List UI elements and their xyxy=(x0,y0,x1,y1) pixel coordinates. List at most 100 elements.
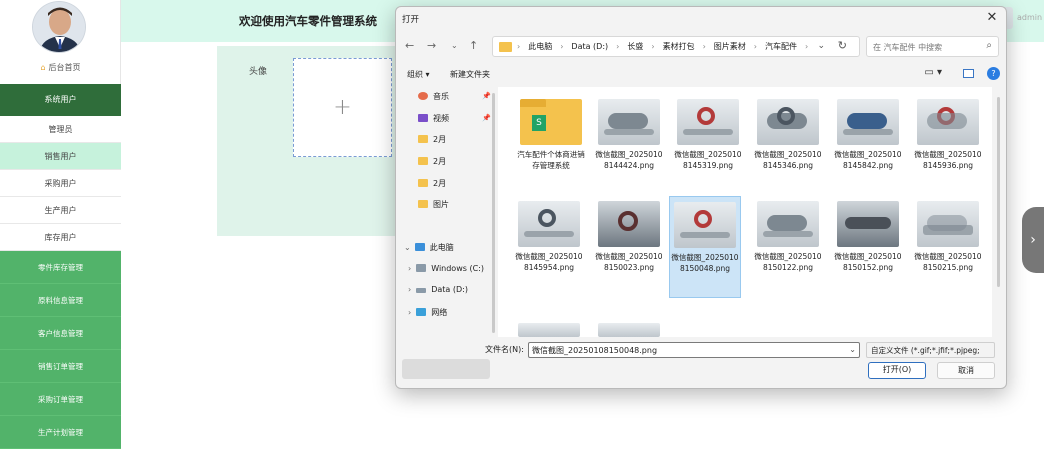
file-item[interactable]: 微信截图_20250108150122.png xyxy=(753,201,823,273)
nav-item-this-pc[interactable]: ⌄ 此电脑 xyxy=(404,242,454,253)
chevron-right-icon: › xyxy=(408,308,412,317)
file-item[interactable]: 微信截图_20250108150215.png xyxy=(913,201,983,273)
organize-button[interactable]: 组织 ▾ xyxy=(407,69,430,80)
image-thumbnail xyxy=(757,99,819,145)
plus-icon: + xyxy=(333,95,352,120)
cancel-button[interactable]: 取消 xyxy=(937,362,995,379)
file-item[interactable] xyxy=(594,323,664,341)
file-list-scrollbar[interactable] xyxy=(997,97,1000,287)
nav-label: 2月 xyxy=(433,179,447,188)
crumb[interactable]: 素材打包 xyxy=(663,42,695,51)
menu-sub-purchase-users[interactable]: 采购用户 xyxy=(0,170,121,197)
file-name: 微信截图_20250108145842.png xyxy=(834,150,902,170)
menu-sub-production-users[interactable]: 生产用户 xyxy=(0,197,121,224)
folder-icon xyxy=(418,157,428,165)
pin-icon[interactable]: 📌 xyxy=(482,92,491,100)
new-folder-button[interactable]: 新建文件夹 xyxy=(450,69,490,80)
file-item[interactable]: 微信截图_20250108145954.png xyxy=(514,201,584,273)
chevron-right-icon[interactable]: › xyxy=(1022,207,1044,273)
folder-icon xyxy=(418,179,428,187)
file-open-dialog: 打开 ✕ ← → ⌄ ↑ › 此电脑 › Data (D:) › 长盛 › 素材打包 › 图片素材… xyxy=(395,6,1007,389)
nav-label: 音乐 xyxy=(433,92,449,101)
page-title: 欢迎使用汽车零件管理系统 xyxy=(239,14,377,28)
image-thumbnail xyxy=(677,99,739,145)
file-item[interactable]: 微信截图_20250108150152.png xyxy=(833,201,903,273)
nav-item-music[interactable]: 音乐 xyxy=(418,91,449,102)
file-item[interactable]: 微信截图_20250108145842.png xyxy=(833,99,903,171)
menu-item-materials[interactable]: 原料信息管理 xyxy=(0,284,121,317)
filetype-select[interactable]: 自定义文件 (*.gif;*.jfif;*.pjpeg; xyxy=(866,342,995,358)
music-icon xyxy=(418,92,428,100)
preview-pane-icon[interactable] xyxy=(963,69,974,78)
nav-item-feb-1[interactable]: 2月 xyxy=(418,134,446,145)
nav-item-pictures[interactable]: 图片 xyxy=(418,199,449,210)
nav-label: 视频 xyxy=(433,114,449,123)
open-button[interactable]: 打开(O) xyxy=(868,362,926,379)
image-thumbnail xyxy=(598,323,660,337)
nav-item-feb-3[interactable]: 2月 xyxy=(418,178,446,189)
avatar-upload[interactable]: + xyxy=(293,58,392,157)
dialog-toolbar: 组织 ▾ 新建文件夹 ▭ ▾ ? xyxy=(396,65,1006,87)
file-item[interactable]: 微信截图_20250108145319.png xyxy=(673,99,743,171)
crumb[interactable]: 长盛 xyxy=(627,42,643,51)
nav-item-videos[interactable]: 视频 xyxy=(418,113,449,124)
breadcrumb: › 此电脑 › Data (D:) › 长盛 › 素材打包 › 图片素材 › 汽车配件 › xyxy=(517,42,809,51)
up-icon[interactable]: ↑ xyxy=(469,39,478,52)
chevron-right-icon: › xyxy=(408,285,412,294)
home-link[interactable]: ⌂ 后台首页 xyxy=(0,62,121,73)
menu-item-purchase-orders[interactable]: 采购订单管理 xyxy=(0,383,121,416)
nav-scrollbar[interactable] xyxy=(492,93,495,333)
back-icon[interactable]: ← xyxy=(405,39,414,52)
file-item[interactable] xyxy=(514,323,584,341)
filename-input[interactable]: 微信截图_20250108150048.png ⌄ xyxy=(528,342,860,358)
image-thumbnail xyxy=(917,201,979,247)
nav-item-feb-2[interactable]: 2月 xyxy=(418,156,446,167)
file-item-selected[interactable]: 微信截图_20250108150048.png xyxy=(669,196,741,298)
file-name: 微信截图_20250108145346.png xyxy=(754,150,822,170)
file-item[interactable]: 微信截图_20250108145346.png xyxy=(753,99,823,171)
nav-item-network[interactable]: › 网络 xyxy=(408,307,447,318)
file-item[interactable]: 微信截图_20250108150023.png xyxy=(594,201,664,273)
admin-username[interactable]: admin xyxy=(1017,13,1042,22)
crumb[interactable]: 图片素材 xyxy=(714,42,746,51)
nav-label: Windows (C:) xyxy=(431,264,484,273)
chevron-down-icon[interactable]: ⌄ xyxy=(451,41,458,50)
help-icon[interactable]: ? xyxy=(987,67,1000,80)
filename-value: 微信截图_20250108150048.png xyxy=(532,346,658,355)
search-box[interactable]: 在 汽车配件 中搜索 ⌕ xyxy=(866,36,999,57)
nav-item-data-d[interactable]: › Data (D:) xyxy=(408,285,468,294)
file-item[interactable]: 微信截图_20250108144424.png xyxy=(594,99,664,171)
home-label: 后台首页 xyxy=(48,63,81,72)
dialog-title: 打开 xyxy=(402,15,420,25)
crumb[interactable]: 此电脑 xyxy=(528,42,552,51)
chevron-down-icon[interactable]: ⌄ xyxy=(849,345,856,354)
filetype-value: 自定义文件 (*.gif;*.jfif;*.pjpeg; xyxy=(871,346,980,355)
chevron-down-icon[interactable]: ⌄ xyxy=(817,41,825,51)
sidebar-menu: 系统用户 管理员 销售用户 采购用户 生产用户 库存用户 零件库存管理 原料信息… xyxy=(0,84,121,449)
menu-group-system-users[interactable]: 系统用户 xyxy=(0,84,121,116)
file-item[interactable]: 微信截图_20250108145936.png xyxy=(913,99,983,171)
menu-item-production-plans[interactable]: 生产计划管理 xyxy=(0,416,121,449)
chevron-right-icon: › xyxy=(408,264,412,273)
folder-icon xyxy=(499,42,512,52)
menu-sub-inventory-users[interactable]: 库存用户 xyxy=(0,224,121,251)
view-options-icon[interactable]: ▭ ▾ xyxy=(924,67,942,78)
file-item[interactable]: S 汽车配件个体商进销存管理系统 xyxy=(516,99,586,171)
refresh-icon[interactable]: ↻ xyxy=(838,39,847,52)
user-avatar[interactable] xyxy=(32,1,86,53)
close-icon[interactable]: ✕ xyxy=(984,10,1000,25)
address-bar[interactable]: › 此电脑 › Data (D:) › 长盛 › 素材打包 › 图片素材 › 汽车配件 › ⌄ ↻ xyxy=(492,36,860,57)
menu-sub-sales-users[interactable]: 销售用户 xyxy=(0,143,121,170)
menu-item-parts-inventory[interactable]: 零件库存管理 xyxy=(0,251,121,284)
menu-item-customers[interactable]: 客户信息管理 xyxy=(0,317,121,350)
menu-item-sales-orders[interactable]: 销售订单管理 xyxy=(0,350,121,383)
file-name: 微信截图_20250108145954.png xyxy=(515,252,583,272)
excel-icon: S xyxy=(532,115,546,131)
menu-sub-admin[interactable]: 管理员 xyxy=(0,116,121,143)
pin-icon[interactable]: 📌 xyxy=(482,114,491,122)
crumb[interactable]: Data (D:) xyxy=(571,42,608,51)
nav-item-windows-c[interactable]: › Windows (C:) xyxy=(408,264,484,273)
image-thumbnail xyxy=(518,201,580,247)
forward-icon[interactable]: → xyxy=(427,39,436,52)
crumb[interactable]: 汽车配件 xyxy=(765,42,797,51)
